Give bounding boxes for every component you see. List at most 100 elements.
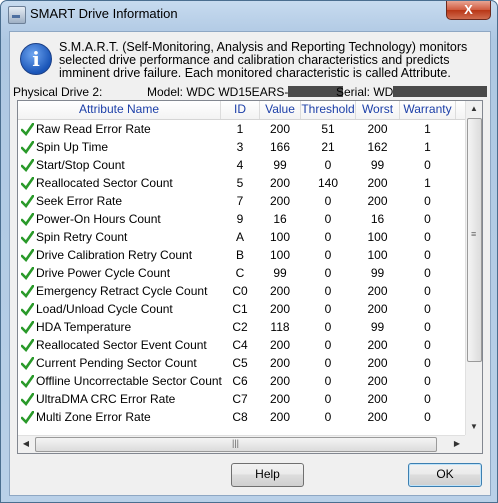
attribute-name-cell: Reallocated Sector Event Count [36,338,207,352]
threshold-cell: 0 [324,374,332,388]
table-row[interactable]: Seek Error Rate 7 200 0 200 0 [18,192,465,210]
table-row[interactable]: Current Pending Sector Count C5 200 0 200 0 [18,354,465,372]
id-cell: C0 [232,284,248,298]
scroll-left-arrow-icon[interactable]: ◀ [18,436,34,452]
vertical-scrollbar[interactable]: ▲ ≡ ▼ [465,101,482,435]
attribute-name-cell: Spin Up Time [36,140,109,154]
threshold-cell: 140 [317,176,339,190]
threshold-cell: 0 [324,302,332,316]
attribute-name-cell: Raw Read Error Rate [36,122,151,136]
warranty-cell: 0 [424,410,431,424]
warranty-cell: 0 [424,266,431,280]
model-label: Model: WDC WD15EARS- [147,85,289,99]
threshold-cell: 0 [324,248,332,262]
value-cell: 200 [269,284,291,298]
vertical-scroll-thumb[interactable]: ≡ [467,118,482,362]
threshold-cell: 0 [324,194,332,208]
table-row[interactable]: Load/Unload Cycle Count C1 200 0 200 0 [18,300,465,318]
warranty-cell: 0 [424,302,431,316]
help-button[interactable]: Help [231,463,304,487]
table-row[interactable]: Drive Calibration Retry Count B 100 0 100 0 [18,246,465,264]
value-cell: 200 [269,194,291,208]
ok-button[interactable]: OK [408,463,482,487]
value-cell: 118 [270,320,290,334]
table-row[interactable]: Power-On Hours Count 9 16 0 16 0 [18,210,465,228]
warranty-cell: 0 [424,320,431,334]
worst-cell: 16 [370,212,385,226]
table-row[interactable]: Multi Zone Error Rate C8 200 0 200 0 [18,408,465,426]
value-cell: 200 [269,392,291,406]
attribute-table[interactable]: Attribute Name ID Value Threshold Worst … [17,100,483,454]
id-cell: 9 [236,212,244,226]
column-header-threshold[interactable]: Threshold [301,101,356,119]
physical-drive-label: Physical Drive 2: [13,85,103,99]
column-header-warranty[interactable]: Warranty [400,101,456,119]
id-cell: B [235,248,244,262]
column-header-attribute-name[interactable]: Attribute Name [18,101,221,119]
value-cell: 99 [273,158,287,172]
warranty-cell: 0 [424,392,431,406]
value-cell: 200 [269,338,291,352]
value-cell: 100 [269,230,291,244]
table-row[interactable]: Spin Up Time 3 166 21 162 1 [18,138,465,156]
threshold-cell: 0 [324,356,332,370]
attribute-name-cell: Spin Retry Count [36,230,128,244]
scrollbar-corner [465,435,482,453]
id-cell: 1 [236,122,244,136]
scroll-down-arrow-icon[interactable]: ▼ [466,419,482,435]
table-row[interactable]: Drive Power Cycle Count C 99 0 99 0 [18,264,465,282]
id-cell: 5 [236,176,244,190]
serial-redaction [393,86,488,97]
warranty-cell: 0 [424,338,431,352]
table-row[interactable]: HDA Temperature C2 118 0 99 0 [18,318,465,336]
table-row[interactable]: Reallocated Sector Event Count C4 200 0 200 0 [18,336,465,354]
model-field: Model: WDC WD15EARS- [147,85,344,99]
smart-dialog-window: SMART Drive Information X i S.M.A.R.T. (… [0,0,498,503]
attribute-name-cell: Multi Zone Error Rate [36,410,151,424]
attribute-name-cell: Reallocated Sector Count [36,176,173,190]
table-row[interactable]: Emergency Retract Cycle Count C0 200 0 200 0 [18,282,465,300]
id-cell: C1 [232,302,248,316]
warranty-cell: 1 [424,122,431,136]
title-bar[interactable]: SMART Drive Information X [1,1,497,27]
horizontal-scroll-thumb[interactable]: ||| [35,437,437,452]
warranty-cell: 0 [424,212,431,226]
column-header-value[interactable]: Value [260,101,301,119]
table-row[interactable]: UltraDMA CRC Error Rate C7 200 0 200 0 [18,390,465,408]
worst-cell: 99 [370,320,385,334]
value-cell: 200 [269,302,291,316]
attribute-name-cell: Drive Power Cycle Count [36,266,171,280]
value-cell: 99 [273,266,287,280]
worst-cell: 162 [367,140,388,154]
warranty-cell: 0 [424,356,431,370]
worst-cell: 99 [370,158,385,172]
worst-cell: 200 [367,392,388,406]
window-title: SMART Drive Information [30,6,178,21]
scroll-right-arrow-icon[interactable]: ▶ [449,436,465,452]
threshold-cell: 0 [324,392,332,406]
column-header-worst[interactable]: Worst [356,101,400,119]
attribute-name-cell: UltraDMA CRC Error Rate [36,392,176,406]
worst-cell: 200 [367,176,388,190]
warranty-cell: 1 [424,176,431,190]
attribute-name-cell: Seek Error Rate [36,194,123,208]
worst-cell: 200 [367,356,388,370]
worst-cell: 200 [367,302,388,316]
scroll-up-arrow-icon[interactable]: ▲ [466,101,482,117]
serial-field: Serial: WD [336,85,488,99]
table-row[interactable]: Start/Stop Count 4 99 0 99 0 [18,156,465,174]
warranty-cell: 0 [424,284,431,298]
id-cell: C8 [232,410,248,424]
horizontal-scrollbar[interactable]: ◀ ||| ▶ [18,435,465,453]
warranty-cell: 0 [424,374,431,388]
table-row[interactable]: Spin Retry Count A 100 0 100 0 [18,228,465,246]
info-icon: i [20,43,52,75]
table-row[interactable]: Offline Uncorrectable Sector Count C6 200 0… [18,372,465,390]
table-row[interactable]: Reallocated Sector Count 5 200 140 200 1 [18,174,465,192]
value-cell: 200 [269,374,291,388]
attribute-name-cell: Current Pending Sector Count [36,356,197,370]
column-header-id[interactable]: ID [221,101,260,119]
id-cell: C5 [232,356,248,370]
close-button[interactable]: X [446,1,491,20]
table-row[interactable]: Raw Read Error Rate 1 200 51 200 1 [18,120,465,138]
